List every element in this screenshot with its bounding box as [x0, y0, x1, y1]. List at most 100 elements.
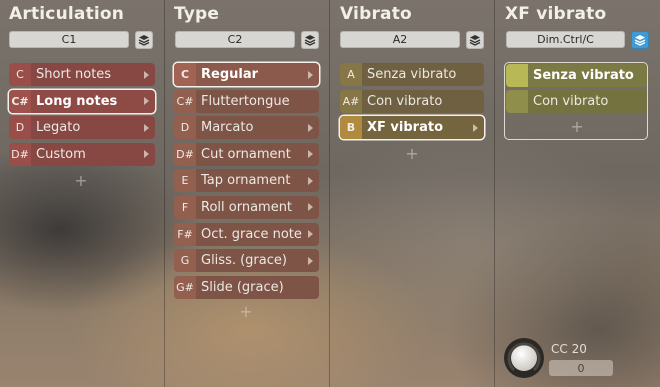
key-label: F#	[174, 222, 196, 246]
vibrato-list: A Senza vibrato A# Con vibrato B XF vibr…	[340, 63, 484, 143]
vibrato-header: A2	[340, 30, 484, 49]
chevron-right-icon	[308, 150, 313, 159]
item-label: Tap ornament	[201, 173, 291, 189]
cc-knob[interactable]	[504, 338, 544, 378]
xf-slot-swatch	[506, 64, 528, 87]
chevron-right-icon	[308, 70, 313, 79]
item-label: Gliss. (grace)	[201, 253, 287, 269]
articulation-trigger-selector[interactable]: C1	[9, 31, 129, 48]
chevron-right-icon	[308, 176, 313, 185]
list-item[interactable]: E Tap ornament	[174, 169, 319, 193]
column-divider	[494, 0, 495, 387]
item-label: Oct. grace note	[201, 226, 302, 242]
chevron-right-icon	[144, 70, 149, 79]
key-label: F	[174, 195, 196, 219]
list-item[interactable]: G Gliss. (grace)	[174, 249, 319, 273]
type-column: Type C2 C Regular C# Fluttertongue D Mar…	[174, 0, 320, 387]
xf-slot-swatch	[506, 90, 528, 113]
list-item[interactable]: C Short notes	[9, 63, 155, 86]
key-label: C#	[174, 89, 196, 113]
item-label: Senza vibrato	[533, 68, 634, 83]
list-item[interactable]: D# Custom	[9, 142, 155, 166]
cc-label: CC 20	[551, 342, 587, 356]
layers-icon[interactable]	[631, 30, 649, 49]
chevron-right-icon	[144, 150, 149, 159]
item-label: Legato	[36, 120, 81, 136]
type-trigger-selector[interactable]: C2	[175, 31, 295, 48]
list-item[interactable]: C# Fluttertongue	[174, 89, 319, 113]
list-item[interactable]: Senza vibrato	[506, 64, 647, 87]
item-label: Con vibrato	[533, 94, 609, 109]
key-label: A#	[340, 89, 362, 113]
layers-icon[interactable]	[301, 30, 319, 49]
item-label: Marcato	[201, 120, 254, 136]
list-item[interactable]: A Senza vibrato	[340, 63, 484, 86]
list-item[interactable]: B XF vibrato	[340, 116, 484, 140]
item-label: Cut ornament	[201, 146, 291, 162]
item-label: Regular	[201, 67, 259, 82]
vibrato-title: Vibrato	[340, 4, 412, 24]
type-list: C Regular C# Fluttertongue D Marcato D# …	[174, 63, 319, 302]
list-item[interactable]: A# Con vibrato	[340, 89, 484, 113]
cc-value-field[interactable]: 0	[549, 360, 613, 376]
layers-icon[interactable]	[135, 30, 153, 49]
key-label: C#	[9, 89, 31, 113]
list-item[interactable]: G# Slide (grace)	[174, 275, 319, 299]
xf-vibrato-title: XF vibrato	[505, 4, 607, 24]
item-label: Fluttertongue	[201, 93, 290, 109]
plus-icon[interactable]: +	[71, 171, 91, 190]
key-label: D#	[174, 142, 196, 166]
type-header: C2	[175, 30, 319, 49]
chevron-right-icon	[308, 256, 313, 265]
item-label: Slide (grace)	[201, 279, 284, 295]
key-label: B	[340, 116, 362, 140]
articulation-header: C1	[9, 30, 153, 49]
type-title: Type	[174, 4, 220, 24]
plus-icon[interactable]: +	[402, 144, 422, 163]
key-label: D	[9, 116, 31, 140]
item-label: XF vibrato	[367, 120, 443, 136]
key-label: E	[174, 169, 196, 193]
item-label: Senza vibrato	[367, 67, 457, 82]
key-label: D	[174, 116, 196, 140]
vibrato-column: Vibrato A2 A Senza vibrato A# Con vibrat…	[340, 0, 486, 387]
xf-vibrato-column: XF vibrato Dim.Ctrl/C Senza vibrato Con …	[504, 0, 651, 387]
list-item[interactable]: F# Oct. grace note	[174, 222, 319, 246]
xf-controller-selector[interactable]: Dim.Ctrl/C	[506, 31, 625, 48]
chevron-right-icon	[308, 123, 313, 132]
list-item[interactable]: C Regular	[174, 63, 319, 86]
plus-icon[interactable]: +	[236, 302, 256, 321]
vibrato-trigger-selector[interactable]: A2	[340, 31, 460, 48]
key-label: A	[340, 63, 362, 86]
item-label: Roll ornament	[201, 199, 293, 215]
articulation-column: Articulation C1 C Short notes C# Long no…	[9, 0, 155, 387]
chevron-right-icon	[308, 203, 313, 212]
list-item[interactable]: D Legato	[9, 116, 155, 140]
item-label: Custom	[36, 146, 86, 162]
column-divider	[329, 0, 330, 387]
chevron-right-icon	[144, 123, 149, 132]
list-item[interactable]: C# Long notes	[9, 89, 155, 113]
list-item[interactable]: F Roll ornament	[174, 195, 319, 219]
list-item[interactable]: Con vibrato	[506, 90, 647, 113]
key-label: C	[9, 63, 31, 86]
item-label: Long notes	[36, 93, 118, 109]
xf-vibrato-list: Senza vibrato Con vibrato	[506, 64, 647, 117]
item-label: Short notes	[36, 67, 112, 82]
articulation-title: Articulation	[9, 4, 125, 24]
chevron-right-icon	[473, 123, 478, 132]
list-item[interactable]: D# Cut ornament	[174, 142, 319, 166]
xf-vibrato-header: Dim.Ctrl/C	[506, 30, 649, 49]
layers-icon[interactable]	[466, 30, 484, 49]
articulation-list: C Short notes C# Long notes D Legato D# …	[9, 63, 155, 169]
list-item[interactable]: D Marcato	[174, 116, 319, 140]
knob-arc	[507, 342, 541, 372]
key-label: G	[174, 249, 196, 273]
key-label: C	[174, 63, 196, 86]
key-label: G#	[174, 275, 196, 299]
chevron-right-icon	[144, 97, 149, 106]
chevron-right-icon	[308, 230, 313, 239]
key-label: D#	[9, 142, 31, 166]
plus-icon[interactable]: +	[567, 117, 587, 136]
column-divider	[164, 0, 165, 387]
